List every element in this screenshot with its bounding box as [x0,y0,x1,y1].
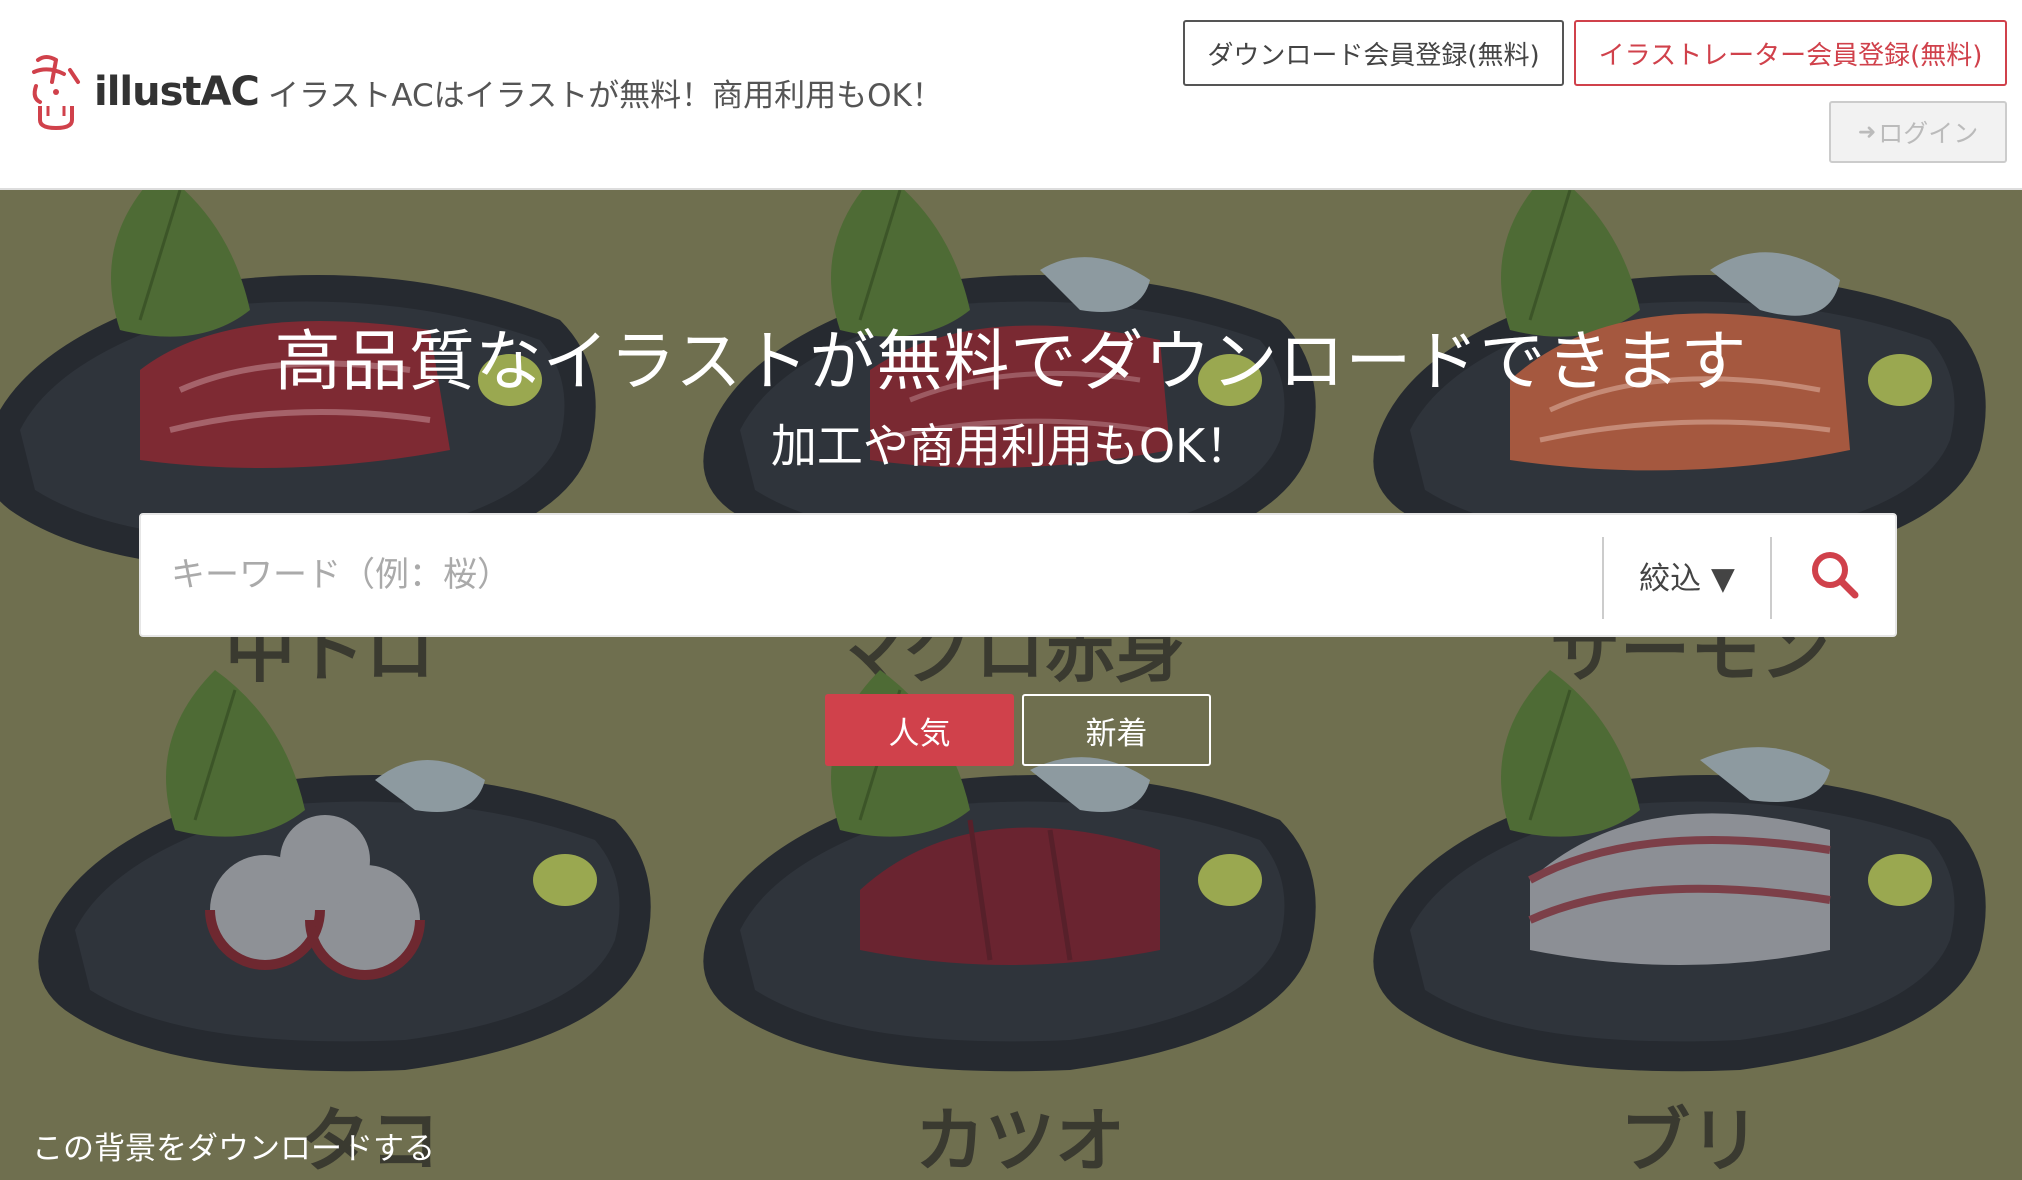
logo-text: illustAC [94,69,260,115]
logo-mascot-icon [32,55,80,131]
site-header: illustAC イラストACはイラストが無料！商用利用もOK！ ダウンロード会… [0,0,2022,190]
site-tagline: イラストACはイラストが無料！商用利用もOK！ [268,78,943,114]
login-button[interactable]: ➜ ログイン [1829,101,2007,163]
search-icon [1811,552,1858,599]
site-logo[interactable]: illustAC [26,52,260,132]
sign-in-icon: ➜ [1857,119,1877,145]
download-background-link[interactable]: この背景をダウンロードする [32,1123,435,1168]
hero-section: 中トロ マグロ赤身 サーモン タコ カツオ ブリ 高品質なイラストが無料でダウン… [0,190,2022,1180]
illustrator-member-signup-button[interactable]: イラストレーター会員登録(無料) [1574,20,2007,86]
hero-subheadline: 加工や商用利用もOK！ [770,419,1252,473]
login-label: ログイン [1878,119,1979,148]
bg-label-katsuo: カツオ [915,1100,1125,1180]
search-bar: 絞込 ▼ [139,513,1897,637]
download-member-signup-button[interactable]: ダウンロード会員登録(無料) [1183,20,1564,86]
tab-popular[interactable]: 人気 [825,694,1014,766]
tab-new[interactable]: 新着 [1022,694,1211,766]
filter-dropdown[interactable]: 絞込 ▼ [1604,515,1770,635]
hero-headline: 高品質なイラストが無料でダウンロードできます [274,323,1748,400]
search-input[interactable] [171,515,1591,635]
bg-label-buri: ブリ [1620,1100,1760,1180]
search-button[interactable] [1772,515,1897,635]
